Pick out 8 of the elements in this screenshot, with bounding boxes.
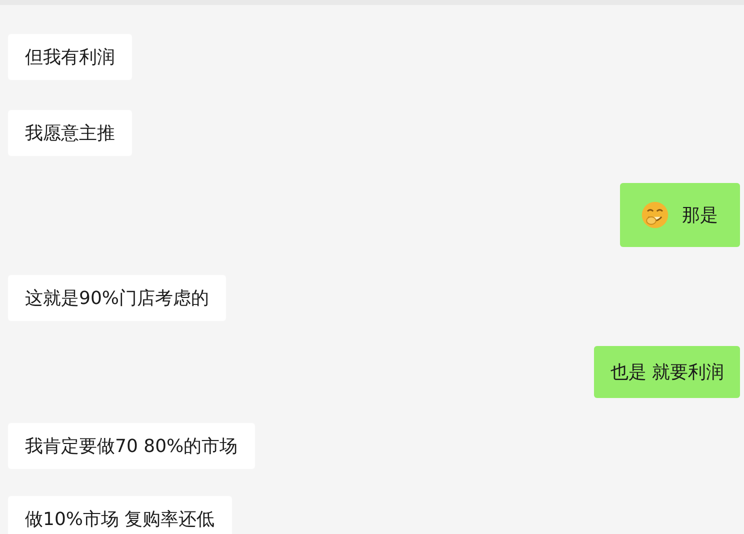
message-bubble: 但我有利润 — [8, 34, 132, 80]
message-bubble: 这就是90%门店考虑的 — [8, 275, 226, 321]
message-bubble: 那是 — [620, 183, 740, 247]
smiley-emoji-icon — [640, 200, 670, 230]
message-bubble: 我肯定要做70 80%的市场 — [8, 423, 255, 469]
message-bubble: 也是 就要利润 — [594, 346, 740, 398]
message-bubble: 做10%市场 复购率还低 — [8, 496, 232, 534]
message-bubble: 我愿意主推 — [8, 110, 132, 156]
